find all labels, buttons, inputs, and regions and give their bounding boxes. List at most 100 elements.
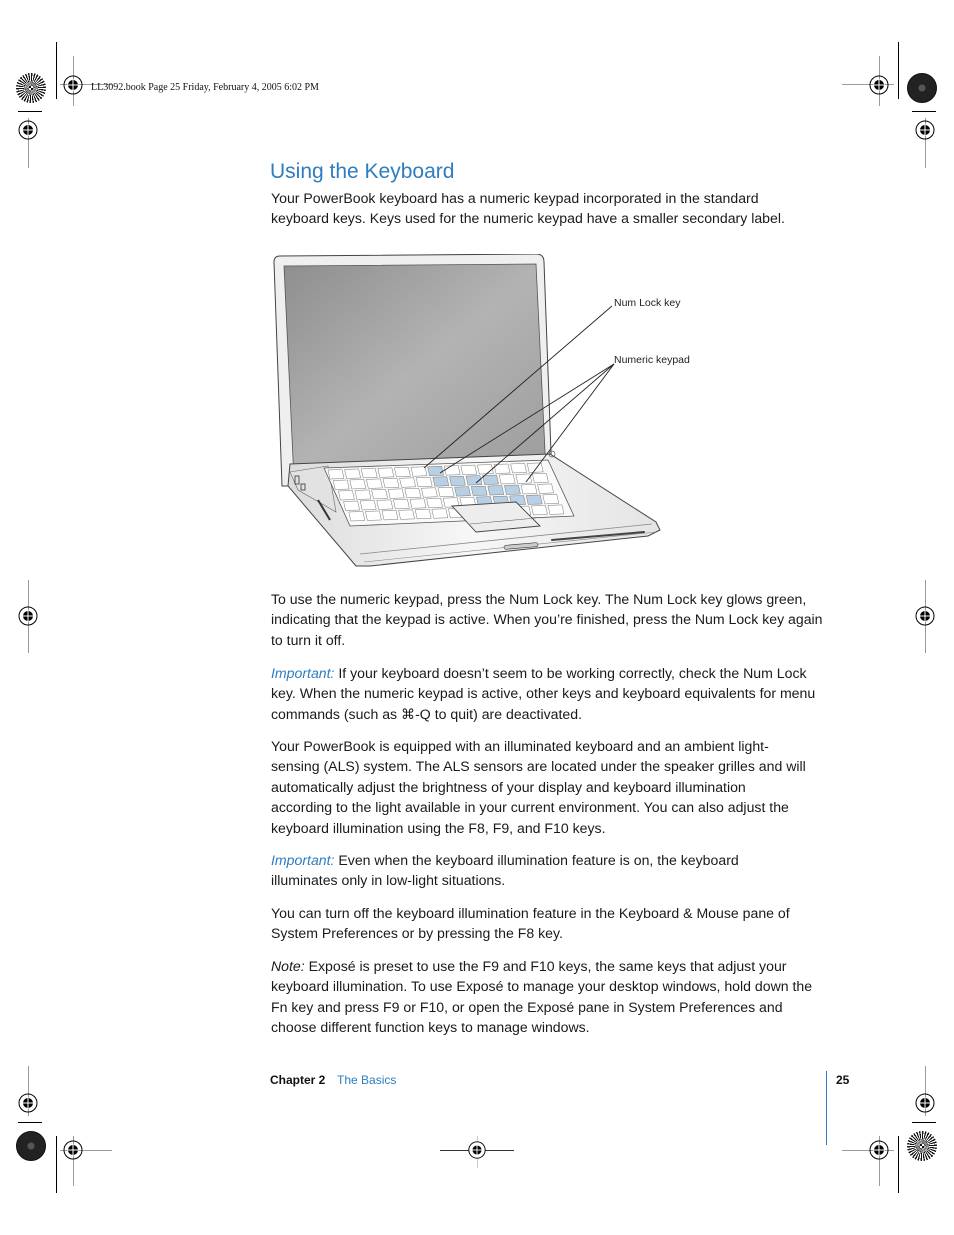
numeric-keypad-key [504, 484, 521, 495]
keyboard-key [344, 468, 361, 479]
keyboard-key [498, 474, 516, 485]
body-paragraph-turn-off: You can turn off the keyboard illuminati… [271, 903, 816, 944]
crop-mark [898, 1136, 899, 1193]
paragraph-text: Exposé is preset to use the F9 and F10 k… [271, 958, 813, 1036]
keyboard-key [421, 487, 438, 498]
registration-starburst-icon [907, 73, 937, 103]
crop-mark [912, 1122, 936, 1123]
paragraph-text: You can turn off the keyboard illuminati… [271, 905, 790, 942]
registration-target-icon [18, 1093, 38, 1113]
numeric-keypad-key [470, 485, 488, 496]
keyboard-key [532, 473, 549, 484]
paragraph-text: If your keyboard doesn’t seem to be work… [271, 665, 816, 722]
registration-starburst-icon [907, 1131, 937, 1161]
keyboard-key [398, 509, 415, 520]
crop-mark [56, 1136, 57, 1193]
keyboard-key [431, 508, 449, 519]
important-label: Important: [271, 852, 335, 868]
keyboard-key [437, 486, 455, 497]
important-label: Important: [271, 665, 335, 681]
keyboard-key [409, 498, 427, 509]
keyboard-key [537, 483, 554, 494]
keyboard-key [404, 488, 422, 499]
crop-mark [898, 42, 899, 99]
footer-chapter: Chapter 2 [270, 1073, 326, 1087]
powerbook-illustration [273, 254, 661, 567]
note-expose: Note: Exposé is preset to use the F9 and… [271, 956, 831, 1038]
keyboard-key [510, 463, 527, 474]
footer-divider [826, 1071, 827, 1145]
keyboard-key [348, 511, 366, 522]
keyboard-key [376, 499, 394, 510]
registration-target-icon [18, 120, 38, 140]
crop-mark [912, 111, 936, 112]
body-paragraph-illumination: Your PowerBook is equipped with an illum… [271, 736, 809, 838]
callout-label-numeric-keypad: Numeric keypad [614, 354, 690, 366]
keyboard-key [349, 479, 367, 490]
registration-target-icon [468, 1141, 486, 1159]
numeric-keypad-key [449, 475, 466, 486]
keyboard-key [343, 500, 360, 511]
keyboard-key [443, 465, 461, 476]
note-label: Note: [271, 958, 305, 974]
crop-mark [18, 1122, 42, 1123]
registration-target-icon [915, 1093, 935, 1113]
registration-target-icon [869, 75, 889, 95]
registration-target-icon [18, 606, 38, 626]
keyboard-key [366, 478, 383, 489]
registration-target-icon [63, 75, 83, 95]
registration-target-icon [869, 1140, 889, 1160]
numeric-keypad-key [427, 465, 444, 476]
keyboard-key [542, 494, 560, 505]
keyboard-key [531, 505, 548, 516]
keyboard-key [359, 500, 377, 511]
body-paragraph-num-lock: To use the numeric keypad, press the Num… [271, 589, 831, 650]
print-slug: LL3092.book Page 25 Friday, February 4, … [91, 82, 319, 93]
numeric-keypad-key [482, 474, 499, 485]
important-note-num-lock: Important: If your keyboard doesn’t seem… [271, 663, 827, 724]
keyboard-key [354, 489, 372, 500]
keyboard-key [477, 464, 494, 475]
keyboard-key [410, 466, 428, 477]
keyboard-key [526, 462, 544, 473]
paragraph-text: Your PowerBook is equipped with an illum… [271, 738, 806, 836]
numeric-keypad-key [432, 476, 450, 487]
registration-starburst-icon [16, 73, 46, 103]
keyboard-key [415, 476, 433, 488]
keyboard-key [414, 509, 432, 520]
crop-mark [56, 42, 57, 99]
important-note-illumination: Important: Even when the keyboard illumi… [271, 850, 771, 891]
keyboard-key [387, 488, 405, 499]
numeric-keypad-key [454, 486, 471, 497]
keyboard-key [382, 478, 400, 489]
paragraph-text: Even when the keyboard illumination feat… [271, 852, 739, 889]
keyboard-key [426, 497, 443, 509]
keyboard-key [547, 504, 565, 515]
numeric-keypad-key [525, 494, 543, 505]
keyboard-key [520, 484, 538, 495]
keyboard-key [327, 469, 345, 480]
keyboard-key [393, 499, 410, 510]
keyboard-key [394, 467, 411, 478]
keyboard-key [381, 510, 399, 521]
paragraph-text: To use the numeric keypad, press the Num… [271, 591, 823, 648]
crop-mark [18, 111, 42, 112]
section-title: Using the Keyboard [270, 160, 455, 183]
registration-target-icon [915, 120, 935, 140]
laptop-screen [283, 263, 547, 481]
registration-target-icon [63, 1140, 83, 1160]
keyboard-key [338, 490, 355, 501]
keyboard-key [515, 473, 533, 484]
footer-section-title: The Basics [337, 1073, 397, 1087]
keyboard-key [365, 510, 382, 521]
registration-target-icon [915, 606, 935, 626]
keyboard-key [399, 477, 416, 488]
numeric-keypad-key [487, 485, 505, 496]
keyboard-key [371, 489, 388, 500]
callout-label-num-lock: Num Lock key [614, 297, 681, 309]
page-number: 25 [836, 1073, 850, 1087]
intro-paragraph: Your PowerBook keyboard has a numeric ke… [271, 190, 785, 227]
registration-starburst-icon [16, 1131, 46, 1161]
keyboard-key [377, 467, 395, 478]
keyboard-key [460, 464, 478, 475]
